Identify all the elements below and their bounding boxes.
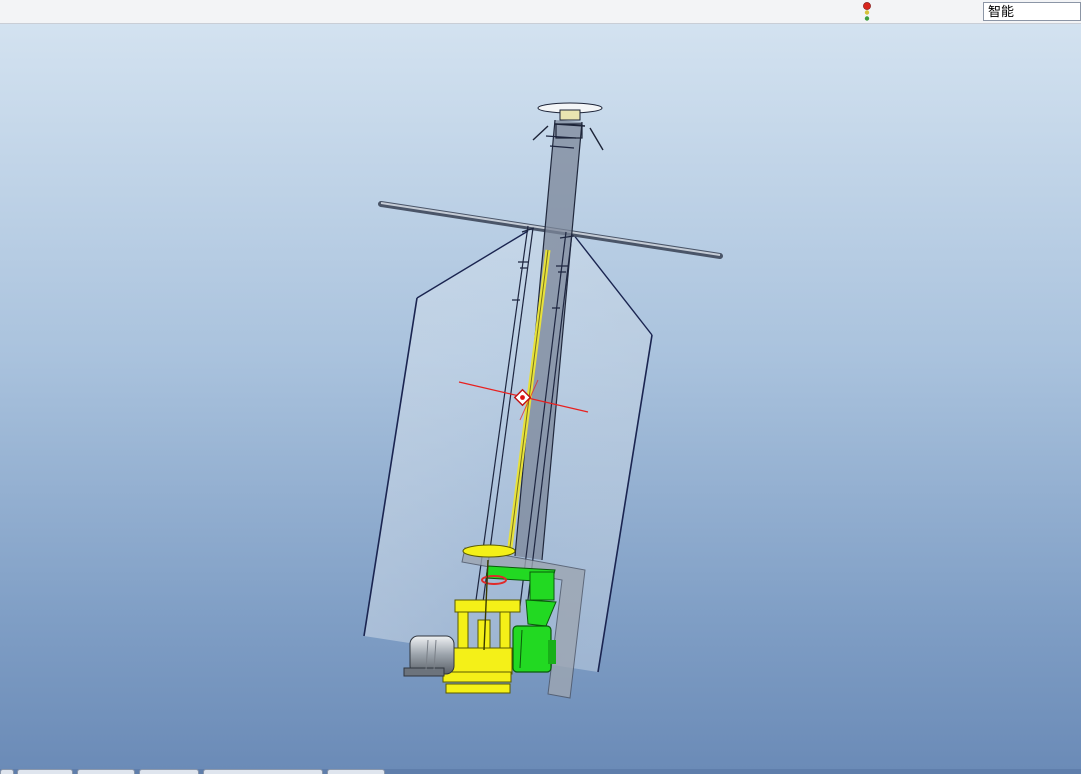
status-traffic-light-icon[interactable] [861,1,873,23]
selection-filter-select[interactable]: 智能 [983,2,1081,21]
model-canvas[interactable] [0,24,1081,769]
graphics-viewport[interactable] [0,24,1081,769]
cad-app-window: 智能 [0,0,1081,774]
bottom-tab-strip [0,769,1081,774]
top-toolbar: 智能 [0,0,1081,24]
bottom-tab-1[interactable] [0,769,14,774]
bottom-tab-4[interactable] [139,769,199,774]
bottom-tab-6[interactable] [327,769,385,774]
bottom-tab-2[interactable] [17,769,73,774]
bottom-tab-5[interactable] [203,769,323,774]
electric-motor[interactable] [403,635,455,677]
bottom-tab-3[interactable] [77,769,135,774]
